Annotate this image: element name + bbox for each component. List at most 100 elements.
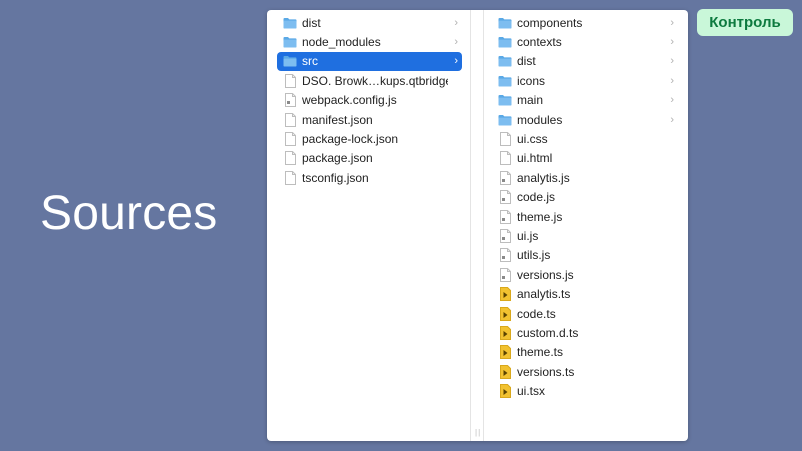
list-item-label: manifest.json bbox=[302, 112, 373, 127]
list-item-label: theme.ts bbox=[517, 345, 564, 360]
list-item[interactable]: node_modules › bbox=[277, 32, 462, 51]
list-item-label: analytis.js bbox=[517, 170, 570, 185]
list-item-label: theme.js bbox=[517, 209, 563, 224]
list-item-label: custom.d.ts bbox=[517, 325, 579, 340]
list-item[interactable]: ui.tsx bbox=[496, 381, 678, 400]
file-icon bbox=[283, 170, 297, 185]
ts-file-icon bbox=[498, 306, 512, 321]
chevron-right-icon: › bbox=[670, 16, 674, 29]
list-item-label: ui.js bbox=[517, 228, 539, 243]
list-item-label: tsconfig.json bbox=[302, 170, 369, 185]
list-item[interactable]: DSO. Browk…kups.qtbridge bbox=[277, 71, 462, 90]
list-item-label: versions.js bbox=[517, 267, 574, 282]
list-item[interactable]: versions.ts bbox=[496, 362, 678, 381]
list-item-label: package-lock.json bbox=[302, 132, 399, 147]
list-item-label: webpack.config.js bbox=[302, 93, 397, 108]
list-item-label: ui.html bbox=[517, 151, 553, 166]
list-item[interactable]: tsconfig.json bbox=[277, 168, 462, 187]
js-file-icon bbox=[283, 93, 297, 108]
folder-icon bbox=[498, 74, 512, 88]
folder-icon bbox=[498, 35, 512, 49]
list-item[interactable]: code.ts bbox=[496, 304, 678, 323]
chevron-right-icon: › bbox=[670, 94, 674, 107]
list-item[interactable]: utils.js bbox=[496, 246, 678, 265]
list-item-label: modules bbox=[517, 112, 563, 127]
list-item[interactable]: contexts › bbox=[496, 32, 678, 51]
js-file-icon bbox=[498, 267, 512, 282]
list-item[interactable]: modules › bbox=[496, 110, 678, 129]
list-item[interactable]: package.json bbox=[277, 149, 462, 168]
column-resize-handle[interactable]: || bbox=[475, 428, 481, 437]
list-item[interactable]: analytis.ts bbox=[496, 284, 678, 303]
list-item-label: code.js bbox=[517, 190, 556, 205]
js-file-icon bbox=[498, 209, 512, 224]
folder-icon bbox=[498, 54, 512, 68]
list-item[interactable]: custom.d.ts bbox=[496, 323, 678, 342]
list-item[interactable]: webpack.config.js bbox=[277, 91, 462, 110]
status-badge: Контроль bbox=[697, 9, 793, 36]
list-item[interactable]: ui.html bbox=[496, 149, 678, 168]
ts-file-icon bbox=[498, 384, 512, 399]
column-1-list: dist › node_modules › src › DSO. Browk…kups.qt… bbox=[267, 13, 470, 188]
list-item[interactable]: analytis.js bbox=[496, 168, 678, 187]
list-item-label: components bbox=[517, 15, 583, 30]
list-item[interactable]: theme.js bbox=[496, 207, 678, 226]
finder-window: dist › node_modules › src › DSO. Browk…kups.qt… bbox=[267, 10, 688, 441]
ts-file-icon bbox=[498, 287, 512, 302]
list-item-label: dist bbox=[302, 15, 321, 30]
folder-icon bbox=[498, 16, 512, 30]
ts-file-icon bbox=[498, 345, 512, 360]
list-item-label: analytis.ts bbox=[517, 287, 571, 302]
list-item[interactable]: code.js bbox=[496, 188, 678, 207]
list-item-label: src bbox=[302, 54, 318, 69]
folder-icon bbox=[283, 16, 297, 30]
list-item-label: versions.ts bbox=[517, 364, 575, 379]
folder-icon bbox=[498, 113, 512, 127]
list-item[interactable]: package-lock.json bbox=[277, 129, 462, 148]
list-item[interactable]: icons › bbox=[496, 71, 678, 90]
folder-icon bbox=[283, 35, 297, 49]
chevron-right-icon: › bbox=[454, 36, 458, 49]
finder-column-2[interactable]: components › contexts › dist › icons › main › modu… bbox=[484, 10, 688, 441]
column-2-list: components › contexts › dist › icons › main › modu… bbox=[484, 13, 688, 401]
chevron-right-icon: › bbox=[454, 55, 458, 68]
list-item[interactable]: manifest.json bbox=[277, 110, 462, 129]
list-item[interactable]: versions.js bbox=[496, 265, 678, 284]
chevron-right-icon: › bbox=[670, 36, 674, 49]
ts-file-icon bbox=[498, 364, 512, 379]
list-item-label: code.ts bbox=[517, 306, 556, 321]
column-divider bbox=[471, 10, 484, 441]
list-item[interactable]: ui.js bbox=[496, 226, 678, 245]
list-item[interactable]: ui.css bbox=[496, 129, 678, 148]
file-icon bbox=[283, 112, 297, 127]
finder-column-1[interactable]: dist › node_modules › src › DSO. Browk…kups.qt… bbox=[267, 10, 471, 441]
list-item-label: icons bbox=[517, 73, 546, 88]
chevron-right-icon: › bbox=[670, 113, 674, 126]
js-file-icon bbox=[498, 170, 512, 185]
js-file-icon bbox=[498, 228, 512, 243]
list-item[interactable]: dist › bbox=[277, 13, 462, 32]
chevron-right-icon: › bbox=[670, 74, 674, 87]
list-item[interactable]: src › bbox=[277, 51, 462, 72]
list-item-label: package.json bbox=[302, 151, 373, 166]
list-item-label: utils.js bbox=[517, 248, 551, 263]
list-item-label: node_modules bbox=[302, 35, 381, 50]
chevron-right-icon: › bbox=[454, 16, 458, 29]
list-item[interactable]: theme.ts bbox=[496, 343, 678, 362]
js-file-icon bbox=[498, 190, 512, 205]
list-item-label: main bbox=[517, 93, 544, 108]
file-icon bbox=[283, 151, 297, 166]
list-item[interactable]: components › bbox=[496, 13, 678, 32]
list-item-label: DSO. Browk…kups.qtbridge bbox=[302, 73, 449, 88]
js-file-icon bbox=[498, 248, 512, 263]
list-item[interactable]: dist › bbox=[496, 52, 678, 71]
file-icon bbox=[283, 132, 297, 147]
file-icon bbox=[498, 132, 512, 147]
file-icon bbox=[283, 73, 297, 88]
chevron-right-icon: › bbox=[670, 55, 674, 68]
file-icon bbox=[498, 151, 512, 166]
list-item-label: ui.css bbox=[517, 132, 548, 147]
list-item-label: dist bbox=[517, 54, 536, 69]
list-item[interactable]: main › bbox=[496, 91, 678, 110]
slide-title: Sources bbox=[40, 187, 218, 240]
